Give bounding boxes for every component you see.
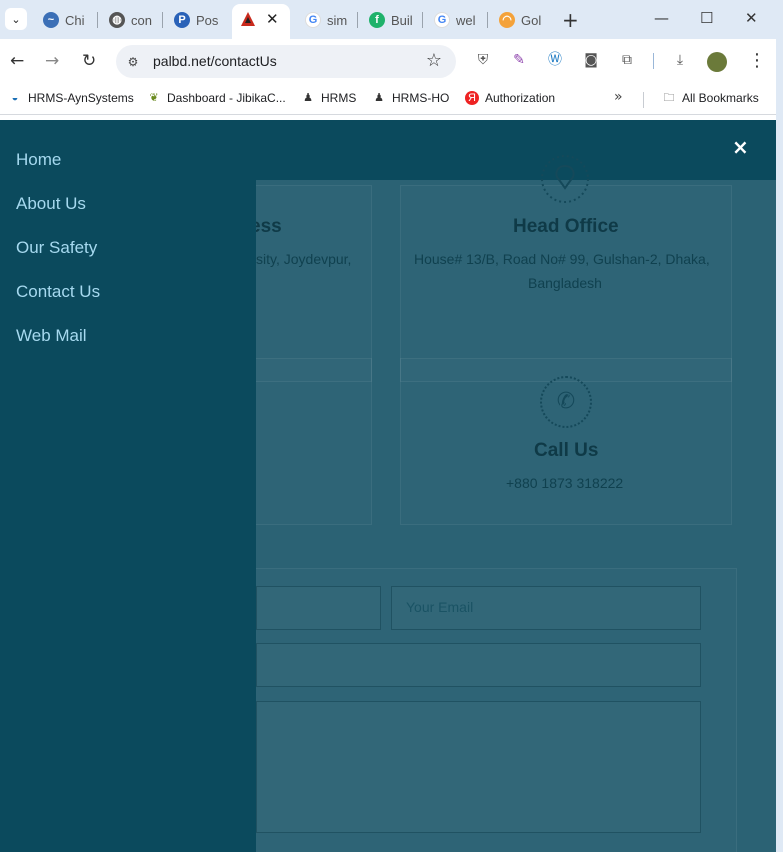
shield-extension-icon[interactable]: ⛨ bbox=[474, 51, 492, 69]
fi-logo-icon: f bbox=[369, 12, 385, 28]
all-bookmarks-label: All Bookmarks bbox=[682, 91, 759, 105]
camera-extension-icon[interactable]: ◙ bbox=[582, 51, 600, 69]
bookmark-authorization[interactable]: Я Authorization bbox=[465, 91, 555, 105]
extensions-puzzle-icon[interactable]: ⧉ bbox=[618, 51, 636, 69]
bookmarks-bar: ◒ HRMS-AynSystems ❦ Dashboard - JibikaC.… bbox=[0, 84, 776, 115]
google-g-icon: G bbox=[434, 12, 450, 28]
google-g-icon: G bbox=[305, 12, 321, 28]
subject-input[interactable] bbox=[256, 643, 701, 687]
address-text: sity, Joydevpur, bbox=[256, 251, 352, 267]
people-logo-icon: ♟ bbox=[303, 92, 313, 104]
new-tab-button[interactable]: + bbox=[562, 8, 579, 32]
bookmark-hrms-aynsystems[interactable]: ◒ HRMS-AynSystems bbox=[8, 91, 134, 105]
feather-extension-icon[interactable]: ✎ bbox=[510, 51, 528, 69]
site-info-icon[interactable]: ⚙ bbox=[124, 53, 142, 71]
download-icon[interactable]: ⤓ bbox=[671, 51, 689, 69]
bookmark-label: HRMS-HO bbox=[392, 91, 450, 105]
tab-2[interactable]: ◍ con bbox=[109, 6, 152, 34]
tab-1[interactable]: ~ Chi bbox=[43, 6, 85, 34]
bookmark-hrms[interactable]: ♟ HRMS bbox=[301, 91, 356, 105]
globe-icon: ◍ bbox=[109, 12, 125, 28]
head-office-title: Head Office bbox=[513, 216, 619, 237]
tab-6[interactable]: f Buil bbox=[369, 6, 413, 34]
wordpress-extension-icon[interactable]: Ⓦ bbox=[546, 51, 564, 69]
message-textarea[interactable] bbox=[256, 701, 701, 833]
chrome-menu-icon[interactable]: ⋮ bbox=[748, 50, 766, 71]
tab-5[interactable]: G sim bbox=[305, 6, 347, 34]
bookmarks-overflow-chevron-icon[interactable]: » bbox=[614, 89, 623, 105]
tab-label: Gol bbox=[521, 12, 542, 28]
tab-label: Pos bbox=[196, 12, 219, 28]
tab-label: sim bbox=[327, 12, 348, 28]
email-placeholder: Your Email bbox=[406, 599, 474, 615]
bookmark-label: HRMS-AynSystems bbox=[28, 91, 134, 105]
close-tab-icon[interactable]: ✕ bbox=[266, 10, 279, 28]
call-us-title: Call Us bbox=[534, 440, 599, 461]
tab-label: Buil bbox=[391, 12, 413, 28]
browser-window: ⌄ ~ Chi ◍ con P Pos ✕ G sim f Buil G wel… bbox=[0, 0, 776, 852]
window-edge bbox=[776, 0, 783, 852]
location-pin-icon bbox=[541, 155, 589, 203]
email-input[interactable]: Your Email bbox=[391, 586, 701, 630]
tab-8[interactable]: ◠ Gol bbox=[499, 6, 541, 34]
bookmark-label: HRMS bbox=[321, 91, 357, 105]
bookmark-star-icon[interactable]: ☆ bbox=[426, 50, 442, 71]
leaf-icon: ❦ bbox=[149, 92, 159, 104]
chrome-swirl-icon: ~ bbox=[43, 12, 59, 28]
tab-3[interactable]: P Pos bbox=[174, 6, 218, 34]
rainbow-icon: ◠ bbox=[499, 12, 515, 28]
bookmark-dashboard-jibika[interactable]: ❦ Dashboard - JibikaC... bbox=[147, 91, 286, 105]
close-window-icon[interactable]: ✕ bbox=[745, 9, 758, 27]
close-menu-icon[interactable]: × bbox=[732, 135, 749, 159]
tab-search-button[interactable]: ⌄ bbox=[5, 8, 27, 30]
reload-icon[interactable]: ↻ bbox=[82, 51, 96, 71]
tab-label: wel bbox=[456, 12, 476, 28]
menu-item-contact-us[interactable]: Contact Us bbox=[16, 282, 100, 302]
call-us-number: +880 1873 318222 bbox=[506, 475, 624, 491]
back-icon[interactable]: ← bbox=[10, 51, 24, 71]
bookmark-label: Dashboard - JibikaC... bbox=[167, 91, 286, 105]
head-office-address-line2: Bangladesh bbox=[528, 275, 602, 291]
menu-item-home[interactable]: Home bbox=[16, 150, 61, 170]
ayn-logo-icon: ◒ bbox=[11, 92, 19, 104]
people-logo-icon: ♟ bbox=[374, 92, 384, 104]
menu-item-our-safety[interactable]: Our Safety bbox=[16, 238, 97, 258]
side-navigation-menu: Home About Us Our Safety Contact Us Web … bbox=[0, 120, 256, 852]
head-office-address-line1: House# 13/B, Road No# 99, Gulshan-2, Dha… bbox=[414, 251, 710, 267]
forward-icon[interactable]: → bbox=[45, 51, 59, 71]
menu-item-about-us[interactable]: About Us bbox=[16, 194, 86, 214]
url-text[interactable]: palbd.net/contactUs bbox=[153, 53, 277, 69]
browser-toolbar: ← → ↻ ⚙ palbd.net/contactUs ☆ ⛨ ✎ Ⓦ ◙ ⧉ … bbox=[0, 39, 776, 84]
red-triangle-logo-icon bbox=[241, 12, 255, 26]
profile-avatar[interactable] bbox=[707, 52, 727, 72]
bookmark-label: Authorization bbox=[485, 91, 556, 105]
tab-label: con bbox=[131, 12, 152, 28]
p-logo-icon: P bbox=[174, 12, 190, 28]
tab-strip: ⌄ ~ Chi ◍ con P Pos ✕ G sim f Buil G wel… bbox=[0, 0, 776, 39]
menu-item-web-mail[interactable]: Web Mail bbox=[16, 326, 87, 346]
all-bookmarks-button[interactable]: 🗀 All Bookmarks bbox=[662, 91, 759, 105]
minimize-icon[interactable]: — bbox=[654, 9, 669, 27]
tab-label: Chi bbox=[65, 12, 85, 28]
name-input[interactable] bbox=[256, 586, 381, 630]
yandex-logo-icon: Я bbox=[465, 91, 479, 105]
phone-icon: ✆ bbox=[540, 376, 592, 428]
address-bar[interactable]: ⚙ palbd.net/contactUs ☆ bbox=[116, 45, 456, 78]
maximize-icon[interactable]: ☐ bbox=[700, 9, 713, 27]
tab-7[interactable]: G wel bbox=[434, 6, 476, 34]
folder-icon: 🗀 bbox=[663, 92, 675, 104]
bookmark-hrms-ho[interactable]: ♟ HRMS-HO bbox=[372, 91, 449, 105]
